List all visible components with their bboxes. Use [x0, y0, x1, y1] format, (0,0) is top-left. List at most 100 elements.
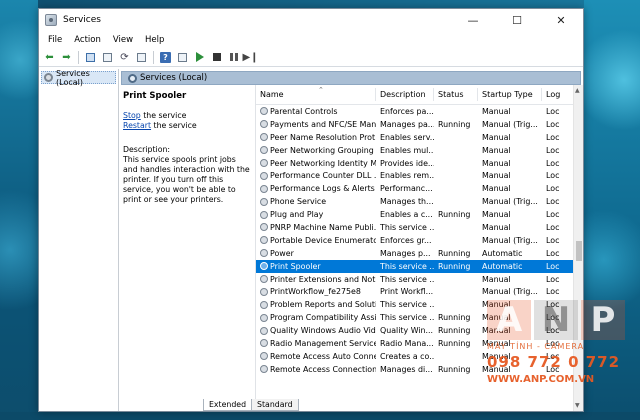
- table-row[interactable]: Remote Access Auto Conne... Creates a co.…: [256, 350, 583, 363]
- service-description-cell: This service ...: [380, 300, 434, 310]
- forward-arrow-icon[interactable]: ➡: [60, 50, 74, 64]
- service-logon-cell: Loc: [546, 119, 560, 129]
- service-logon-cell: Loc: [546, 313, 560, 323]
- service-logon-cell: Loc: [546, 300, 560, 310]
- service-logon-cell: Loc: [546, 261, 560, 271]
- stop-link[interactable]: Stop: [123, 111, 141, 120]
- refresh-icon[interactable]: ⟳: [118, 50, 132, 64]
- service-status-cell: Running: [438, 248, 471, 258]
- gear-icon: [260, 223, 268, 232]
- vertical-scrollbar[interactable]: ▲ ▼: [573, 85, 583, 411]
- table-row[interactable]: Program Compatibility Assi... This servic…: [256, 311, 583, 324]
- table-row[interactable]: Power Manages p... Running Automatic Loc: [256, 247, 583, 260]
- gear-icon: [260, 326, 268, 335]
- service-name-cell: Printer Extensions and Notif...: [256, 275, 376, 284]
- properties-icon[interactable]: [101, 50, 115, 64]
- gear-icon: [128, 73, 137, 83]
- table-row[interactable]: Performance Counter DLL ... Enables rem..…: [256, 169, 583, 182]
- service-description-cell: Enforces pa...: [380, 106, 434, 116]
- service-logon-cell: Loc: [546, 106, 560, 116]
- services-header-title: Services (Local): [140, 73, 208, 83]
- table-row[interactable]: Peer Networking Grouping Enables mul... Ma…: [256, 144, 583, 157]
- tab-extended[interactable]: Extended: [203, 399, 253, 411]
- stop-suffix: the service: [140, 111, 187, 120]
- services-app-icon: [45, 14, 57, 26]
- show-hide-icon[interactable]: [176, 50, 190, 64]
- restart-line: Restart the service: [123, 121, 251, 131]
- table-row[interactable]: Radio Management Service Radio Mana... Run…: [256, 337, 583, 350]
- table-row[interactable]: Payments and NFC/SE Mana... Manages pa...…: [256, 118, 583, 131]
- export-list-icon[interactable]: [135, 50, 149, 64]
- service-status-cell: Running: [438, 364, 471, 374]
- column-description[interactable]: Description: [376, 88, 434, 101]
- table-row[interactable]: Quality Windows Audio Vid... Quality Win.…: [256, 324, 583, 337]
- table-row[interactable]: Performance Logs & Alerts Performanc... Ma…: [256, 182, 583, 195]
- service-logon-cell: Loc: [546, 222, 560, 232]
- table-row[interactable]: Parental Controls Enforces pa... Manual Loc: [256, 105, 583, 118]
- service-description-cell: Quality Win...: [380, 326, 434, 336]
- service-startup-cell: Manual: [482, 171, 511, 181]
- menu-file[interactable]: File: [42, 35, 68, 45]
- title-bar: Services — ☐ ✕: [39, 9, 583, 31]
- gear-icon: [260, 107, 268, 116]
- services-window: Services — ☐ ✕ File Action View Help ⬅ ➡…: [38, 8, 584, 412]
- table-row[interactable]: Portable Device Enumerator... Enforces gr…: [256, 234, 583, 247]
- service-description-cell: Enables mul...: [380, 145, 434, 155]
- scroll-down-icon[interactable]: ▼: [575, 402, 580, 409]
- scroll-thumb[interactable]: [576, 241, 582, 261]
- service-logon-cell: Loc: [546, 326, 560, 336]
- column-log-on-as[interactable]: Log: [542, 88, 560, 101]
- menu-help[interactable]: Help: [139, 35, 170, 45]
- table-row[interactable]: Peer Name Resolution Prot... Enables serv…: [256, 131, 583, 144]
- service-logon-cell: Loc: [546, 274, 560, 284]
- service-name-cell: PrintWorkflow_fe275e8: [256, 287, 376, 296]
- service-startup-cell: Manual: [482, 300, 511, 310]
- description-pane: Print Spooler Stop the service Restart t…: [119, 85, 255, 411]
- help-icon[interactable]: ?: [159, 50, 173, 64]
- service-name-text: Quality Windows Audio Vid...: [270, 326, 376, 336]
- table-row[interactable]: PrintWorkflow_fe275e8 Print Workfl... Manu…: [256, 285, 583, 298]
- pause-service-icon[interactable]: [227, 50, 241, 64]
- minimize-button[interactable]: —: [451, 9, 495, 31]
- table-row[interactable]: PNRP Machine Name Publi... This service .…: [256, 221, 583, 234]
- table-row[interactable]: Peer Networking Identity M... Provides id…: [256, 157, 583, 170]
- tab-standard[interactable]: Standard: [251, 399, 299, 411]
- restart-link[interactable]: Restart: [123, 121, 151, 130]
- scroll-up-icon[interactable]: ▲: [575, 87, 580, 94]
- close-button[interactable]: ✕: [539, 9, 583, 31]
- gear-icon: [260, 300, 268, 309]
- service-description-cell: Manages di...: [380, 364, 433, 374]
- table-row[interactable]: Print Spooler This service ... Running Auto…: [256, 259, 583, 273]
- column-status[interactable]: Status: [434, 88, 478, 101]
- table-row[interactable]: Phone Service Manages th... Manual (Trig..…: [256, 195, 583, 208]
- tree-item-services-local[interactable]: Services (Local): [41, 69, 116, 87]
- service-logon-cell: Loc: [546, 145, 560, 155]
- service-startup-cell: Manual: [482, 132, 511, 142]
- menu-view[interactable]: View: [107, 35, 139, 45]
- stop-line: Stop the service: [123, 111, 251, 121]
- stop-service-icon[interactable]: [210, 50, 224, 64]
- table-row[interactable]: Remote Access Connection... Manages di...…: [256, 363, 583, 376]
- service-name-text: Problem Reports and Soluti...: [270, 300, 376, 310]
- service-logon-cell: Loc: [546, 171, 560, 181]
- menu-action[interactable]: Action: [68, 35, 107, 45]
- service-description-cell: Provides ide...: [380, 158, 434, 168]
- column-startup-type[interactable]: Startup Type: [478, 88, 542, 101]
- table-row[interactable]: Plug and Play Enables a c... Running Manual…: [256, 208, 583, 221]
- service-logon-cell: Loc: [546, 248, 560, 258]
- start-service-icon[interactable]: [193, 50, 207, 64]
- table-row[interactable]: Printer Extensions and Notif... This serv…: [256, 273, 583, 286]
- service-name-text: Performance Logs & Alerts: [270, 184, 375, 194]
- gear-icon: [260, 236, 268, 245]
- service-status-cell: Running: [438, 119, 471, 129]
- maximize-button[interactable]: ☐: [495, 9, 539, 31]
- console-tree-icon[interactable]: [84, 50, 98, 64]
- service-name-text: PrintWorkflow_fe275e8: [270, 287, 361, 297]
- gear-icon: [260, 339, 268, 348]
- back-arrow-icon[interactable]: ⬅: [43, 50, 57, 64]
- column-name[interactable]: Name: [256, 88, 376, 101]
- services-list: ⌃ Name Description Status Startup Type L…: [255, 85, 583, 411]
- table-row[interactable]: Problem Reports and Soluti... This servic…: [256, 298, 583, 311]
- restart-service-icon[interactable]: ▶❙: [242, 50, 258, 64]
- desktop-right: [584, 0, 640, 420]
